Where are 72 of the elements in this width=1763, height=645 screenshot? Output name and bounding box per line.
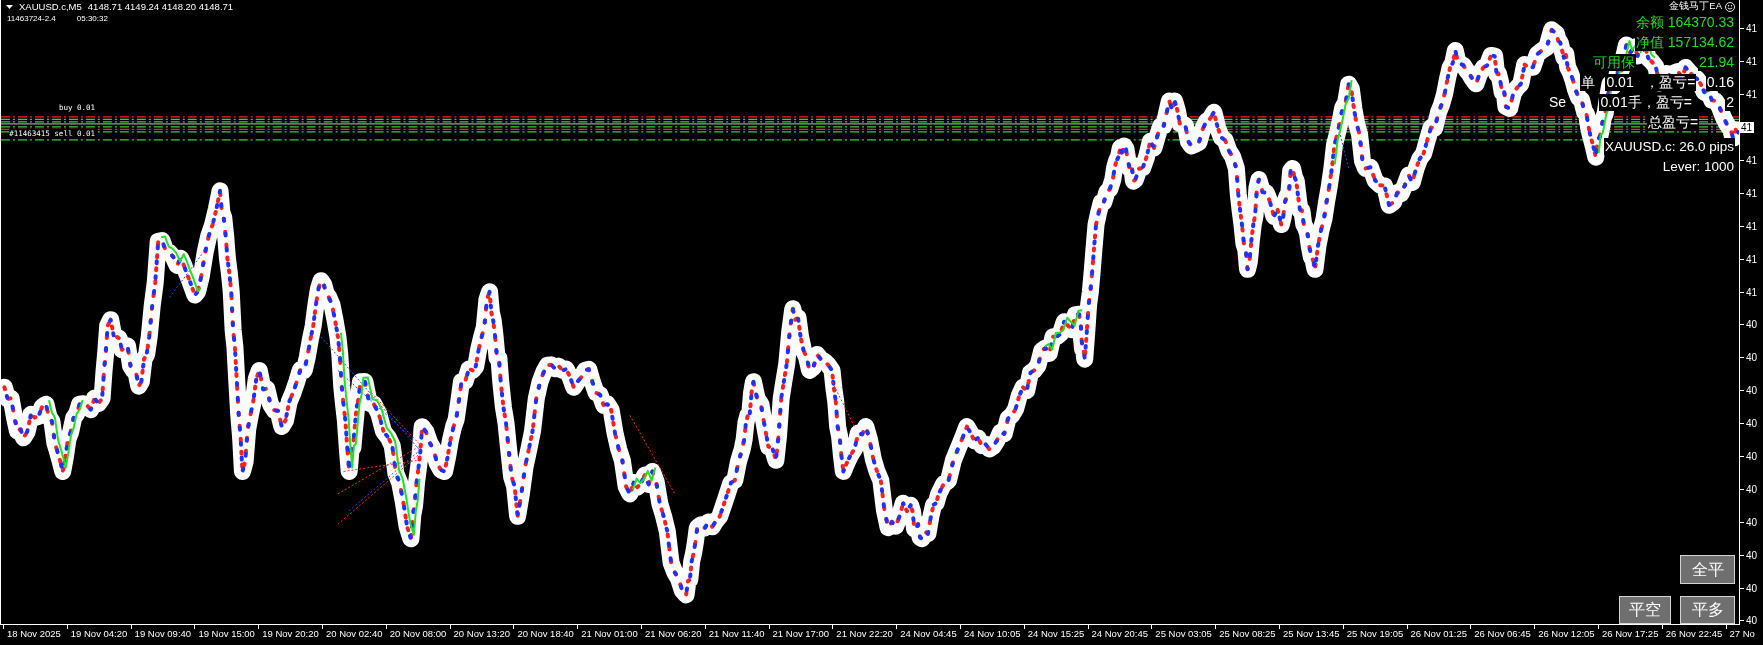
time-label: 26 Nov 06:45 xyxy=(1474,628,1531,639)
price-label: 41 xyxy=(1746,89,1758,101)
price-label: 40 xyxy=(1746,451,1758,462)
info-text: 可用保 xyxy=(1592,53,1636,71)
time-label: 24 Nov 10:05 xyxy=(963,628,1021,639)
price-label: 40 xyxy=(1746,549,1758,561)
smiley-icon xyxy=(1725,1,1735,12)
price-label: 40 xyxy=(1746,319,1758,331)
price-label: 40 xyxy=(1746,352,1758,364)
time-label: 25 Nov 13:45 xyxy=(1282,628,1340,639)
time-label: 20 Nov 08:00 xyxy=(389,628,447,639)
close-sell-button[interactable]: 平空 xyxy=(1619,596,1671,624)
info-text: 净值 157134.62 xyxy=(1634,33,1735,51)
close-all-button[interactable]: 全平 xyxy=(1680,555,1735,584)
triangle-icon[interactable] xyxy=(6,4,13,9)
info-text: 0.01手，盈亏= xyxy=(1599,93,1693,111)
indicator-line xyxy=(47,399,84,469)
price-label: 40 xyxy=(1746,516,1758,528)
timer-label: 05:30:32 xyxy=(76,14,108,24)
price-label: 41 xyxy=(1746,253,1758,265)
time-label: 25 Nov 08:25 xyxy=(1219,628,1276,639)
time-label: 19 Nov 04:20 xyxy=(70,628,128,639)
price-label: 41 xyxy=(1746,56,1758,68)
time-label: 25 Nov 03:05 xyxy=(1155,628,1212,639)
time-label: 24 Nov 20:45 xyxy=(1091,628,1149,639)
price-label: 40 xyxy=(1746,418,1758,430)
price-label: 41 xyxy=(1746,155,1758,166)
indicator-line xyxy=(1043,309,1084,351)
time-label: 19 Nov 09:40 xyxy=(134,628,192,639)
time-label: 20 Nov 02:40 xyxy=(326,628,383,639)
time-label: 26 Nov 17:25 xyxy=(1601,628,1659,639)
info-text: 总盈亏= xyxy=(1647,113,1700,131)
price-label: 41 xyxy=(1746,23,1758,35)
close-buy-button[interactable]: 平多 xyxy=(1680,596,1735,624)
time-label: 20 Nov 13:20 xyxy=(453,628,511,639)
order-line xyxy=(831,381,856,428)
symbol-label: XAUUSD.c,M5 xyxy=(19,1,82,12)
time-label: 18 Nov 2025 xyxy=(7,628,61,639)
order-line xyxy=(1336,123,1350,169)
info-text: 单 xyxy=(1580,73,1596,91)
time-label: 21 Nov 11:40 xyxy=(708,628,765,639)
price-label: 40 xyxy=(1746,483,1758,495)
indicator-line xyxy=(160,235,202,293)
info-text: 0.01 xyxy=(1605,73,1635,91)
time-label: 21 Nov 01:00 xyxy=(581,628,638,639)
time-label: 26 Nov 01:25 xyxy=(1410,628,1468,639)
info-text: XAUUSD.c: 26.0 pips xyxy=(1603,137,1735,155)
price-label: 41 xyxy=(1746,286,1758,298)
price-label: 41 xyxy=(1746,187,1758,199)
time-label: 25 Nov 19:05 xyxy=(1346,628,1404,639)
time-label: 21 Nov 22:20 xyxy=(836,628,893,639)
time-label: 24 Nov 04:45 xyxy=(900,628,957,639)
price-label: 41 xyxy=(1746,220,1758,232)
price-label: 40 xyxy=(1746,582,1758,594)
time-label: 21 Nov 17:00 xyxy=(772,628,830,639)
time-label: 20 Nov 18:40 xyxy=(517,628,574,639)
indicator-line xyxy=(631,466,657,491)
current-price-label: 41 xyxy=(1740,122,1755,134)
time-label: 19 Nov 15:00 xyxy=(198,628,255,639)
time-label: 24 Nov 15:25 xyxy=(1027,628,1085,639)
time-label: 26 Nov 12:05 xyxy=(1538,628,1595,639)
info-text: 余额 164370.33 xyxy=(1634,13,1735,31)
time-label: 27 No xyxy=(1729,628,1755,639)
ohlc-values: 4148.71 4149.24 4148.20 4148.71 xyxy=(87,1,234,12)
price-label: 40 xyxy=(1746,385,1758,397)
ea-title: 金钱马丁EA xyxy=(1669,0,1722,13)
price-label: 40 xyxy=(1746,615,1758,627)
account-label: 11463724-2.4 xyxy=(7,14,56,24)
time-label: 19 Nov 20:20 xyxy=(262,628,319,639)
order-line xyxy=(168,252,204,298)
time-label: 21 Nov 06:20 xyxy=(644,628,702,639)
time-label: 26 Nov 22:45 xyxy=(1665,628,1723,639)
